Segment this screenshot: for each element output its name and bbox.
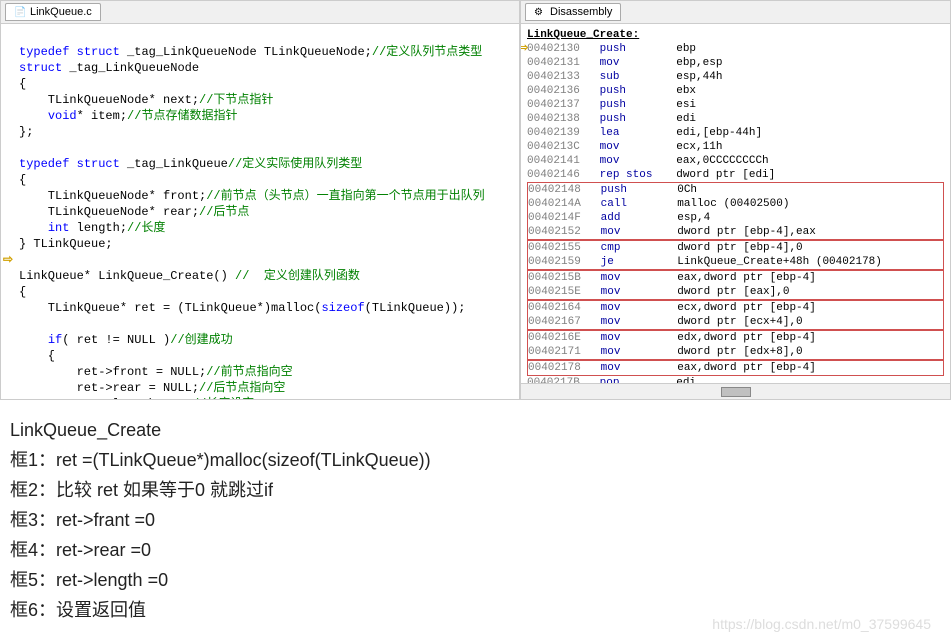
disassembly-pane: Disassembly ⇨ LinkQueue_Create: 00402130…: [520, 0, 951, 400]
dis-instruction: 00402141 mov eax,0CCCCCCCCh: [527, 154, 944, 168]
dis-instruction: 00402159 je LinkQueue_Create+48h (004021…: [528, 255, 943, 269]
dis-instruction: 0040215B mov eax,dword ptr [ebp-4]: [528, 271, 943, 285]
dis-box-4: 00402164 mov ecx,dword ptr [ebp-4]004021…: [527, 300, 944, 330]
dis-instruction: 0040215E mov dword ptr [eax],0: [528, 285, 943, 299]
source-tab[interactable]: LinkQueue.c: [5, 3, 101, 21]
dis-instruction: 0040214F add esp,4: [528, 211, 943, 225]
dis-instruction: 00402133 sub esp,44h: [527, 70, 944, 84]
dis-instruction: 00402178 mov eax,dword ptr [ebp-4]: [528, 361, 943, 375]
dis-instruction: 00402139 lea edi,[ebp-44h]: [527, 126, 944, 140]
source-tab-bar: LinkQueue.c: [1, 1, 519, 24]
note-line-2: 框2：比较 ret 如果等于0 就跳过if: [10, 476, 941, 504]
note-title: LinkQueue_Create: [10, 416, 941, 444]
dis-box-6: 00402178 mov eax,dword ptr [ebp-4]: [527, 360, 944, 376]
dis-instruction: 00402137 push esi: [527, 98, 944, 112]
file-icon: [14, 6, 26, 18]
dis-instruction: 00402136 push ebx: [527, 84, 944, 98]
gear-icon: [534, 6, 546, 18]
horizontal-scrollbar[interactable]: [521, 383, 950, 399]
note-line-1: 框1：ret =(TLinkQueue*)malloc(sizeof(TLink…: [10, 446, 941, 474]
annotation-notes: LinkQueue_Create 框1：ret =(TLinkQueue*)ma…: [0, 400, 951, 642]
watermark-text: https://blog.csdn.net/m0_37599645: [712, 610, 931, 638]
dis-tab-bar: Disassembly: [521, 1, 950, 24]
ide-container: LinkQueue.c ⇨typedef struct _tag_LinkQue…: [0, 0, 951, 400]
dis-tab-label: Disassembly: [550, 6, 612, 18]
dis-instruction: 00402167 mov dword ptr [ecx+4],0: [528, 315, 943, 329]
source-tab-label: LinkQueue.c: [30, 6, 92, 18]
dis-function-header: LinkQueue_Create:: [527, 28, 944, 42]
dis-prologue: 00402130 push ebp00402131 mov ebp,esp004…: [527, 42, 944, 182]
dis-box-1: 00402148 push 0Ch0040214A call malloc (0…: [527, 182, 944, 240]
note-line-4: 框4：ret->rear =0: [10, 536, 941, 564]
source-pane: LinkQueue.c ⇨typedef struct _tag_LinkQue…: [0, 0, 520, 400]
dis-instruction: 0040214A call malloc (00402500): [528, 197, 943, 211]
dis-instruction: 0040213C mov ecx,11h: [527, 140, 944, 154]
dis-box-3: 0040215B mov eax,dword ptr [ebp-4]004021…: [527, 270, 944, 300]
breakpoint-arrow-icon: ⇨: [3, 252, 13, 268]
dis-instruction: 00402130 push ebp: [527, 42, 944, 56]
disassembly-view[interactable]: ⇨ LinkQueue_Create: 00402130 push ebp004…: [521, 24, 950, 383]
dis-instruction: 00402152 mov dword ptr [ebp-4],eax: [528, 225, 943, 239]
note-line-3: 框3：ret->frant =0: [10, 506, 941, 534]
scrollbar-thumb[interactable]: [721, 387, 751, 397]
dis-tab[interactable]: Disassembly: [525, 3, 621, 21]
note-line-5: 框5：ret->length =0: [10, 566, 941, 594]
current-instruction-arrow-icon: ⇨: [521, 42, 528, 56]
dis-instruction: 00402155 cmp dword ptr [ebp-4],0: [528, 241, 943, 255]
dis-box-2: 00402155 cmp dword ptr [ebp-4],000402159…: [527, 240, 944, 270]
dis-instruction: 00402171 mov dword ptr [edx+8],0: [528, 345, 943, 359]
dis-epilogue: 0040217B pop edi0040217C pop esi0040217D…: [527, 376, 944, 383]
code-editor[interactable]: ⇨typedef struct _tag_LinkQueueNode TLink…: [1, 24, 519, 399]
dis-instruction: 00402131 mov ebp,esp: [527, 56, 944, 70]
dis-instruction: 0040217B pop edi: [527, 376, 944, 383]
dis-box-5: 0040216E mov edx,dword ptr [ebp-4]004021…: [527, 330, 944, 360]
dis-instruction: 00402148 push 0Ch: [528, 183, 943, 197]
dis-instruction: 00402164 mov ecx,dword ptr [ebp-4]: [528, 301, 943, 315]
dis-instruction: 00402146 rep stos dword ptr [edi]: [527, 168, 944, 182]
dis-instruction: 0040216E mov edx,dword ptr [ebp-4]: [528, 331, 943, 345]
dis-instruction: 00402138 push edi: [527, 112, 944, 126]
